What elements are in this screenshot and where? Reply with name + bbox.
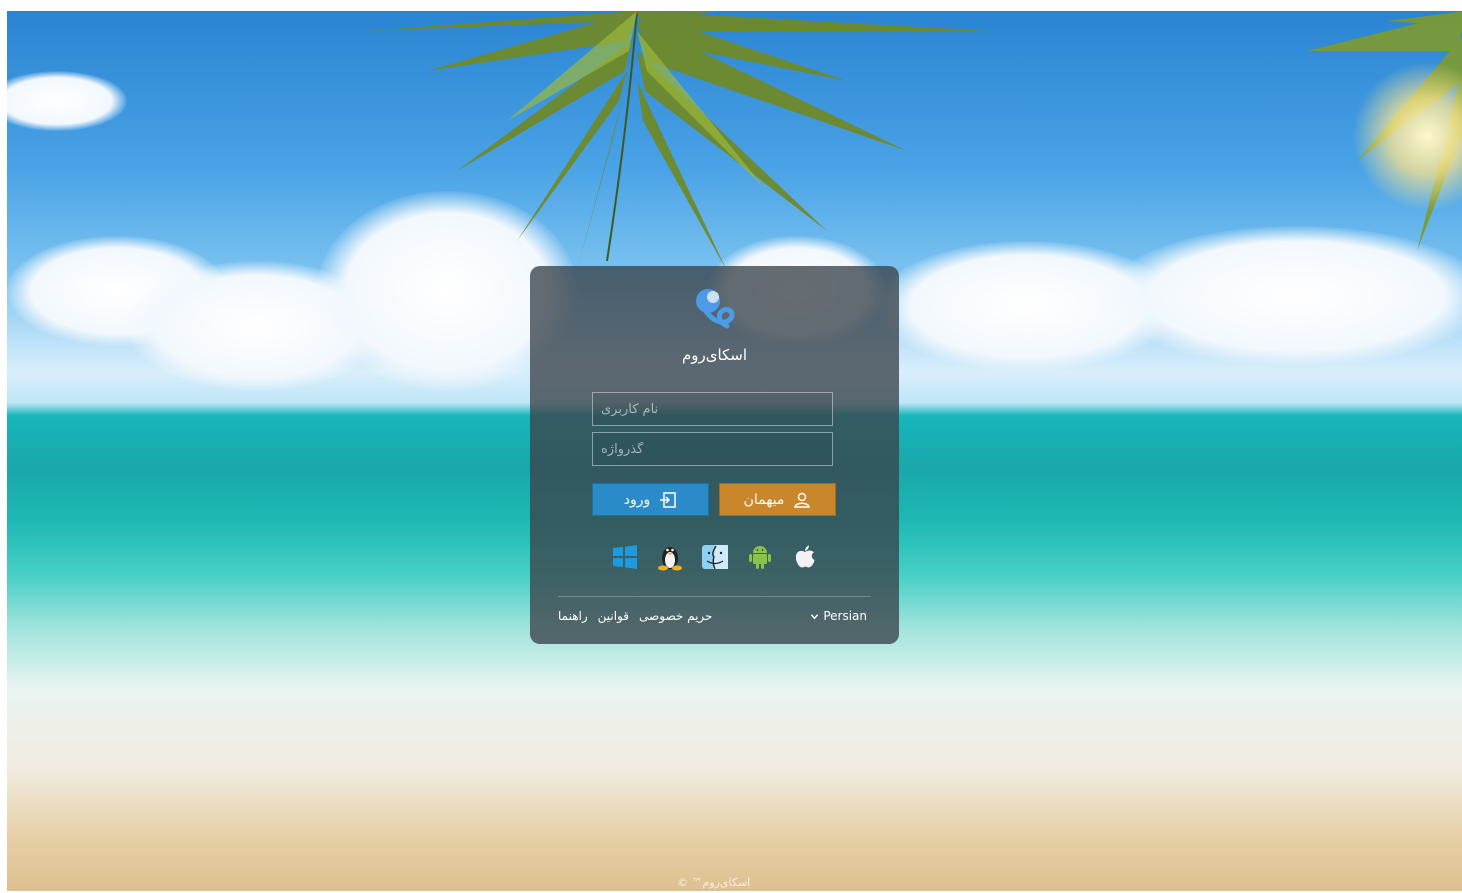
footer-links: حریم خصوصی قوانین راهنما <box>558 609 712 623</box>
brand-name: اسکای‌روم <box>681 346 748 364</box>
username-input[interactable] <box>592 392 833 426</box>
password-input[interactable] <box>592 432 833 466</box>
android-icon[interactable] <box>745 542 775 572</box>
footer-link-rules[interactable]: قوانین <box>598 609 629 623</box>
divider <box>558 596 871 597</box>
skyroom-logo-icon <box>696 289 735 329</box>
user-icon <box>794 492 811 508</box>
linux-icon[interactable] <box>655 542 685 572</box>
sign-in-icon <box>660 491 677 508</box>
login-button[interactable]: ورود <box>592 483 709 516</box>
language-label: Persian <box>823 609 867 623</box>
guest-button-label: میهمان <box>743 491 785 508</box>
login-button-label: ورود <box>623 491 651 508</box>
platform-downloads <box>610 542 820 572</box>
palm-leaves <box>367 11 987 271</box>
login-card: اسکای‌روم ورود میهمان <box>530 266 899 644</box>
footer-link-help[interactable]: راهنما <box>558 609 588 623</box>
guest-button[interactable]: میهمان <box>719 483 836 516</box>
copyright-text: اسکای‌روم™ © <box>677 876 751 889</box>
windows-icon[interactable] <box>610 542 640 572</box>
cloud <box>7 71 127 131</box>
macos-finder-icon[interactable] <box>700 542 730 572</box>
footer-link-privacy[interactable]: حریم خصوصی <box>639 609 712 623</box>
language-select[interactable]: Persian <box>810 609 867 623</box>
chevron-down-icon <box>811 613 819 619</box>
apple-icon[interactable] <box>790 542 820 572</box>
